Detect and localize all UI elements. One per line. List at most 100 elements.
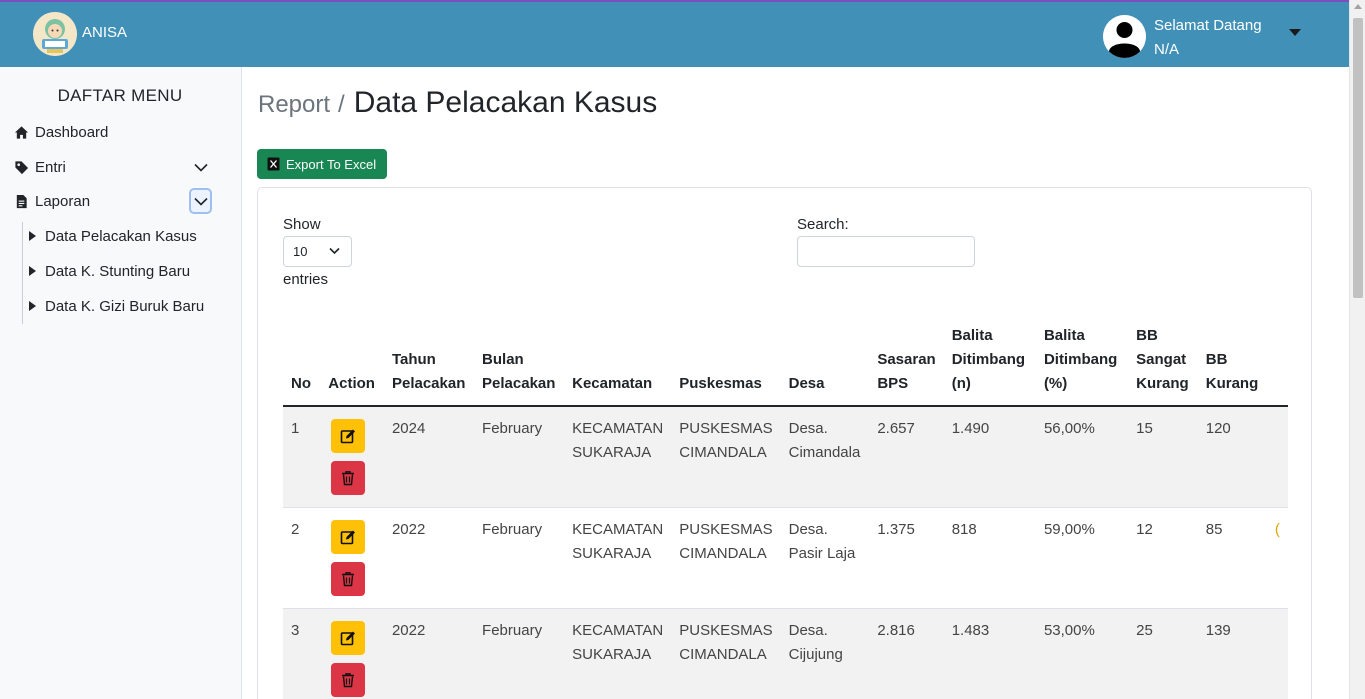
search-input[interactable] <box>797 236 975 267</box>
cell-no: 3 <box>283 608 321 699</box>
page-scrollbar[interactable] <box>1349 0 1365 699</box>
cell-sasaran-bps: 1.375 <box>869 507 944 609</box>
sidebar-subitem-data-k-gizi-buruk-baru[interactable]: Data K. Gizi Buruk Baru <box>29 295 204 317</box>
column-header-sasaran-bps[interactable]: Sasaran BPS <box>869 318 944 407</box>
page-size-value: 10 <box>293 244 308 259</box>
menu-title: DAFTAR MENU <box>57 86 183 105</box>
user-avatar-icon[interactable] <box>1103 15 1146 58</box>
cell-bb-kurang: 120 <box>1197 406 1267 508</box>
page-size-select[interactable]: 10 <box>283 236 352 267</box>
cell-bb-kurang: 139 <box>1197 608 1267 699</box>
column-header-no[interactable]: No <box>283 318 321 407</box>
cell-bb-sangat-kurang: 12 <box>1128 507 1198 609</box>
column-header-bb-sangat-kurang[interactable]: BB Sangat Kurang <box>1128 318 1198 407</box>
laporan-expand-chevron-icon[interactable] <box>189 188 212 214</box>
data-table: No Action Tahun Pelacakan Bulan Pelacakan … <box>283 318 1288 699</box>
column-header-next-truncated[interactable] <box>1266 318 1288 407</box>
cell-bulan: February <box>474 406 565 508</box>
cell-ditimbang-n: 1.490 <box>943 406 1036 508</box>
scroll-up-arrow-icon[interactable] <box>1354 4 1362 9</box>
caret-right-icon <box>29 231 36 241</box>
scroll-thumb[interactable] <box>1353 18 1363 298</box>
column-header-action[interactable]: Action <box>320 318 384 407</box>
excel-file-icon <box>267 157 280 171</box>
delete-button[interactable] <box>331 662 366 697</box>
caret-down-icon[interactable] <box>1287 26 1303 38</box>
cell-no: 2 <box>283 507 321 609</box>
cell-puskesmas: PUSKESMAS CIMANDALA <box>671 507 781 609</box>
data-table-wrapper: No Action Tahun Pelacakan Bulan Pelacakan … <box>283 318 1288 699</box>
sidebar: DAFTAR MENU Dashboard Entri Laporan Data… <box>0 67 242 699</box>
edit-button[interactable] <box>331 620 366 655</box>
sidebar-subitem-data-k-stunting-baru[interactable]: Data K. Stunting Baru <box>29 260 190 282</box>
anisa-logo[interactable] <box>33 12 77 56</box>
cell-bulan: February <box>474 608 565 699</box>
sidebar-subitem-label: Data K. Gizi Buruk Baru <box>45 297 205 315</box>
pencil-square-icon <box>340 429 356 444</box>
export-to-excel-button[interactable]: Export To Excel <box>257 149 387 179</box>
cell-next-truncated <box>1266 608 1288 699</box>
cell-bb-kurang: 85 <box>1197 507 1267 609</box>
cell-action <box>320 507 384 609</box>
cell-next-truncated <box>1266 406 1288 508</box>
column-header-kecamatan[interactable]: Kecamatan <box>564 318 672 407</box>
cell-tahun: 2022 <box>383 507 475 609</box>
cell-puskesmas: PUSKESMAS CIMANDALA <box>671 608 781 699</box>
export-button-label: Export To Excel <box>286 156 377 172</box>
datatable-card: Show 10 entries Search: No Action Tahun P… <box>257 187 1312 699</box>
breadcrumb-separator: / <box>338 91 345 118</box>
cell-ditimbang-pct: 56,00% <box>1035 406 1129 508</box>
sidebar-item-dashboard[interactable]: Dashboard <box>14 120 108 144</box>
trash-icon <box>342 571 355 586</box>
cell-kecamatan: KECAMATAN SUKARAJA <box>564 406 672 508</box>
top-navbar: ANISA Selamat Datang N/A <box>0 0 1349 67</box>
delete-button[interactable] <box>331 561 366 596</box>
edit-button[interactable] <box>331 519 366 554</box>
column-header-balita-ditimbang-n[interactable]: Balita Ditimbang (n) <box>943 318 1036 407</box>
cell-ditimbang-pct: 59,00% <box>1035 507 1129 609</box>
sidebar-item-label: Entri <box>35 158 66 176</box>
column-header-bulan-pelacakan[interactable]: Bulan Pelacakan <box>474 318 565 407</box>
cell-bb-sangat-kurang: 15 <box>1128 406 1198 508</box>
cell-ditimbang-n: 818 <box>943 507 1036 609</box>
trash-icon <box>342 672 355 687</box>
cell-next-truncated: ( <box>1266 507 1288 609</box>
cell-desa: Desa. Cimandala <box>780 406 870 508</box>
cell-sasaran-bps: 2.816 <box>869 608 944 699</box>
breadcrumb-parent[interactable]: Report <box>258 91 330 119</box>
sidebar-subitem-label: Data K. Stunting Baru <box>45 262 191 280</box>
column-header-puskesmas[interactable]: Puskesmas <box>671 318 781 407</box>
search-label: Search: <box>797 216 849 233</box>
sidebar-item-label: Dashboard <box>35 123 109 141</box>
column-header-desa[interactable]: Desa <box>780 318 870 407</box>
cell-ditimbang-pct: 53,00% <box>1035 608 1129 699</box>
cell-no: 1 <box>283 406 321 508</box>
column-header-bb-kurang[interactable]: BB Kurang <box>1197 318 1267 407</box>
table-row: 1 2024 February KECAMATAN SUKARAJA PUSKES… <box>283 406 1288 508</box>
caret-right-icon <box>29 301 36 311</box>
sidebar-item-laporan[interactable]: Laporan <box>14 189 90 213</box>
cell-desa: Desa. Pasir Laja <box>780 507 870 609</box>
column-header-tahun-pelacakan[interactable]: Tahun Pelacakan <box>383 318 475 407</box>
caret-right-icon <box>29 266 36 276</box>
cell-bb-sangat-kurang: 25 <box>1128 608 1198 699</box>
sidebar-subitem-data-pelacakan-kasus[interactable]: Data Pelacakan Kasus <box>29 225 197 247</box>
entri-expand-chevron-icon[interactable] <box>189 154 212 180</box>
delete-button[interactable] <box>331 461 366 495</box>
pencil-square-icon <box>340 631 356 645</box>
column-header-balita-ditimbang-pct[interactable]: Balita Ditimbang (%) <box>1035 318 1129 407</box>
sidebar-item-entri[interactable]: Entri <box>14 155 66 179</box>
edit-button[interactable] <box>331 419 366 453</box>
table-row: 3 2022 February KECAMATAN SUKARAJA PUSKES… <box>283 608 1288 699</box>
cell-action <box>320 406 384 508</box>
show-label: Show <box>283 216 321 233</box>
cell-tahun: 2024 <box>383 406 475 508</box>
table-row: 2 2022 February KECAMATAN SUKARAJA PUSKES… <box>283 507 1288 609</box>
brand-name[interactable]: ANISA <box>82 24 127 41</box>
file-icon <box>14 194 29 209</box>
cell-bulan: February <box>474 507 565 609</box>
pencil-square-icon <box>340 530 356 544</box>
sidebar-subitem-label: Data Pelacakan Kasus <box>45 227 197 245</box>
user-greeting[interactable]: Selamat Datang N/A <box>1154 14 1262 62</box>
chevron-down-icon <box>329 247 340 255</box>
